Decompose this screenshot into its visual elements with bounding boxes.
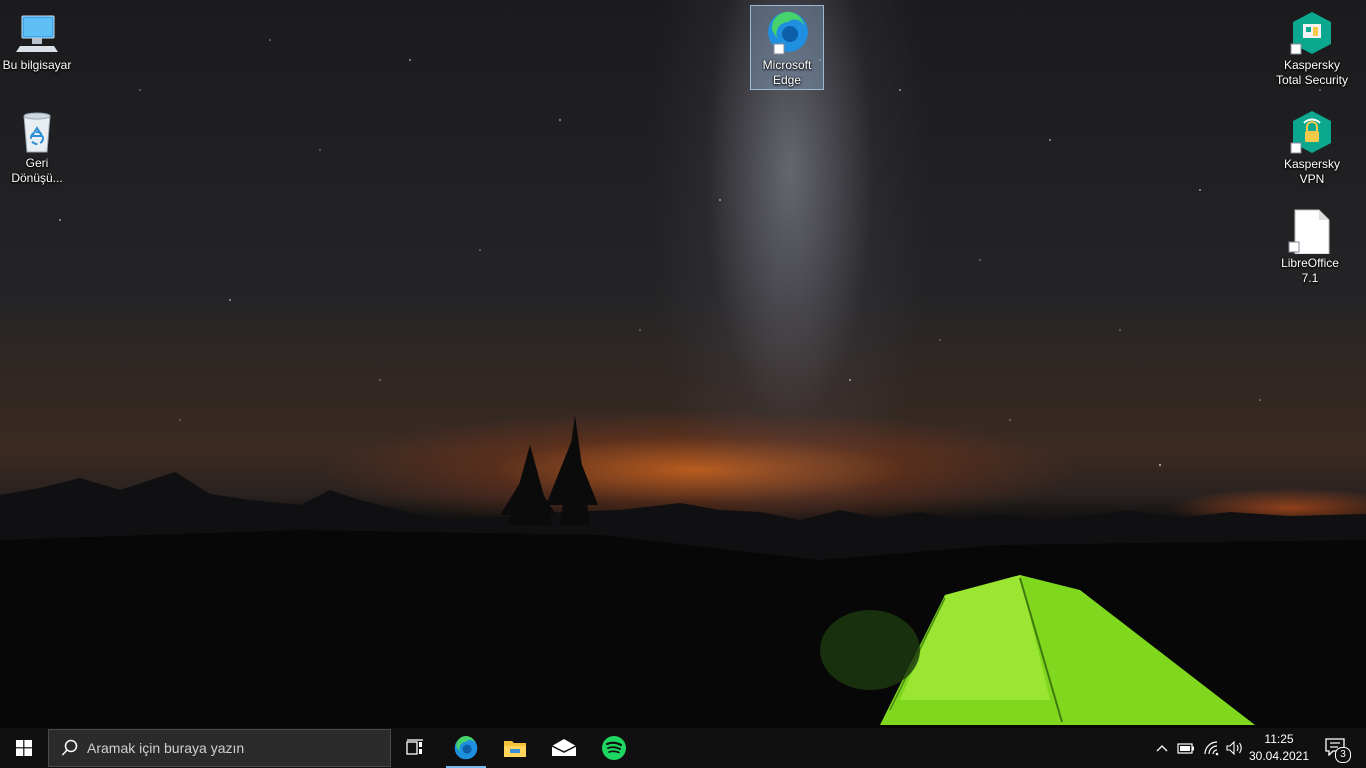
clock-time: 11:25 (1264, 732, 1294, 746)
volume-icon (1226, 741, 1242, 755)
start-button[interactable] (0, 728, 48, 768)
taskbar: Aramak için buraya yazın 11:25 30.04.202… (0, 728, 1366, 768)
desktop-icon-libreoffice[interactable]: LibreOffice 7.1 (1273, 204, 1347, 286)
desktop-icon-label: Kaspersky VPN (1284, 157, 1341, 186)
desktop-icon-edge[interactable]: Microsoft Edge (750, 5, 824, 90)
desktop-icon-kaspersky-total-security[interactable]: Kaspersky Total Security (1275, 6, 1349, 88)
battery-charging-icon (1177, 743, 1194, 754)
desktop-icon-label: LibreOffice 7.1 (1281, 256, 1339, 285)
task-view-button[interactable] (392, 728, 440, 768)
this-pc-icon (14, 10, 60, 56)
clock-date: 30.04.2021 (1248, 749, 1310, 763)
desktop-icon-kaspersky-vpn[interactable]: Kaspersky VPN (1275, 105, 1349, 187)
taskbar-app-spotify[interactable] (590, 728, 638, 768)
edge-icon (764, 10, 810, 56)
folder-icon (504, 741, 526, 757)
kaspersky-total-security-icon (1289, 10, 1335, 56)
taskbar-app-edge[interactable] (442, 728, 490, 768)
mail-icon (551, 739, 577, 756)
desktop-icon-label: Microsoft Edge (762, 58, 812, 87)
pine-trees (500, 415, 598, 525)
search-placeholder: Aramak için buraya yazın (87, 740, 245, 756)
network-button[interactable] (1200, 728, 1224, 768)
task-view-icon (406, 739, 423, 755)
wifi-icon (1204, 741, 1219, 756)
edge-icon (454, 735, 478, 760)
show-hidden-icons-button[interactable] (1152, 728, 1172, 768)
stars (59, 39, 1321, 467)
desktop-icon-recycle-bin[interactable]: Geri Dönüşü... (0, 104, 74, 186)
taskbar-app-file-explorer[interactable] (491, 728, 539, 768)
recycle-bin-icon (14, 108, 60, 154)
notification-count-badge: 3 (1335, 747, 1351, 763)
search-box[interactable]: Aramak için buraya yazın (48, 729, 391, 767)
kaspersky-vpn-icon (1289, 109, 1335, 155)
wallpaper-art (0, 39, 1366, 728)
spotify-icon (602, 736, 626, 760)
chevron-up-icon (1156, 745, 1168, 752)
desktop-icon-label: Bu bilgisayar (2, 58, 72, 72)
battery-button[interactable] (1174, 728, 1198, 768)
action-center-button[interactable]: 3 (1316, 728, 1356, 768)
clock-button[interactable]: 11:25 30.04.2021 (1246, 731, 1312, 765)
desktop-wallpaper (0, 0, 1366, 728)
desktop-icon-label: Kaspersky Total Security (1275, 58, 1349, 87)
search-icon (61, 739, 78, 756)
windows-start-icon (16, 740, 32, 756)
volume-button[interactable] (1224, 728, 1246, 768)
desktop-icon-label: Geri Dönüşü... (11, 156, 63, 185)
desktop-icon-this-pc[interactable]: Bu bilgisayar (0, 6, 74, 73)
taskbar-app-mail[interactable] (540, 728, 588, 768)
libreoffice-icon (1287, 208, 1333, 255)
